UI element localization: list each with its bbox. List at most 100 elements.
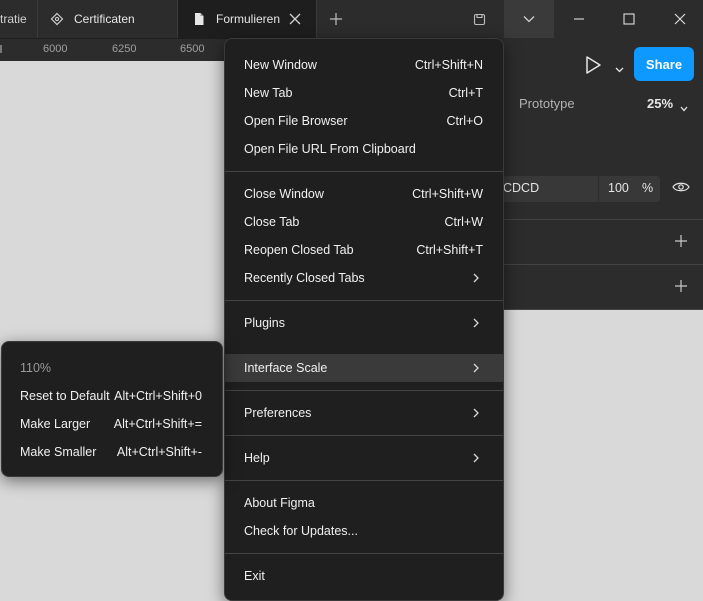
chevron-right-icon (471, 452, 481, 464)
menu-separator (225, 390, 503, 391)
menu-item-shortcut: Ctrl+Shift+W (412, 187, 483, 201)
share-button[interactable]: Share (634, 47, 694, 81)
interface-scale-submenu: 110% Reset to Default Alt+Ctrl+Shift+0 M… (1, 341, 223, 477)
menu-item-label: Close Tab (244, 215, 300, 229)
menu-item-reopen-closed-tab[interactable]: Reopen Closed Tab Ctrl+Shift+T (225, 236, 503, 264)
menu-item-shortcut: Alt+Ctrl+Shift+= (113, 417, 202, 431)
tab-certificaten[interactable]: Certificaten (38, 0, 178, 38)
chevron-right-icon (471, 407, 481, 419)
menu-item-close-tab[interactable]: Close Tab Ctrl+W (225, 208, 503, 236)
submenu-item-make-smaller[interactable]: Make Smaller Alt+Ctrl+Shift+- (2, 438, 222, 466)
menu-item-shortcut: Alt+Ctrl+Shift+0 (114, 389, 202, 403)
menu-item-new-tab[interactable]: New Tab Ctrl+T (225, 79, 503, 107)
menu-item-new-window[interactable]: New Window Ctrl+Shift+N (225, 51, 503, 79)
panel-divider (500, 264, 703, 265)
add-stroke-plus-icon[interactable] (674, 234, 688, 248)
maximize-button[interactable] (607, 0, 651, 38)
chevron-down-icon (523, 16, 535, 23)
menu-item-label: Reset to Default (20, 389, 110, 403)
menu-item-open-file-url[interactable]: Open File URL From Clipboard (225, 135, 503, 163)
eye-icon[interactable] (672, 181, 690, 196)
fill-divider (598, 176, 599, 202)
menu-item-label: Check for Updates... (244, 524, 358, 538)
menu-item-preferences[interactable]: Preferences (225, 399, 503, 427)
menu-item-plugins[interactable]: Plugins (225, 309, 503, 337)
menu-item-check-for-updates[interactable]: Check for Updates... (225, 517, 503, 545)
menu-item-label: Make Smaller (20, 445, 97, 459)
chevron-right-icon (471, 317, 481, 329)
menu-item-exit[interactable]: Exit (225, 562, 503, 590)
tab-prototype[interactable]: Prototype (519, 96, 575, 111)
main-menu: New Window Ctrl+Shift+N New Tab Ctrl+T O… (224, 38, 504, 601)
menu-item-label: Plugins (244, 316, 285, 330)
add-effect-plus-icon[interactable] (674, 279, 688, 293)
new-tab-button[interactable] (317, 0, 355, 38)
menu-item-label: Preferences (244, 406, 312, 420)
properties-panel: Share Prototype 25% CDCD 100 % (500, 38, 703, 310)
menu-item-label: New Tab (244, 86, 293, 100)
close-window-button[interactable] (657, 0, 703, 38)
menu-item-label: Exit (244, 569, 265, 583)
maximize-icon (623, 13, 635, 25)
ruler-label: 6500 (180, 43, 205, 55)
menu-item-interface-scale[interactable]: Interface Scale (225, 354, 503, 382)
present-play-icon[interactable] (584, 55, 602, 78)
menu-item-label: Make Larger (20, 417, 91, 431)
menu-item-open-file-browser[interactable]: Open File Browser Ctrl+O (225, 107, 503, 135)
minimize-button[interactable] (558, 0, 600, 38)
current-scale: 110% (2, 354, 222, 382)
save-icon (473, 13, 485, 25)
menu-item-label: About Figma (244, 496, 315, 510)
save-icon-button[interactable] (464, 0, 494, 38)
close-icon (674, 13, 686, 25)
menu-item-shortcut: Alt+Ctrl+Shift+- (116, 445, 202, 459)
file-icon (192, 12, 206, 26)
zoom-chevron-icon[interactable] (680, 100, 688, 115)
menu-item-label: Interface Scale (244, 361, 328, 375)
tab-label: tratie (0, 12, 27, 26)
menu-item-help[interactable]: Help (225, 444, 503, 472)
menu-separator (225, 553, 503, 554)
menu-item-recently-closed-tabs[interactable]: Recently Closed Tabs (225, 264, 503, 292)
zoom-level[interactable]: 25% (647, 96, 673, 111)
menu-item-shortcut: Ctrl+O (446, 114, 483, 128)
minimize-icon (574, 18, 584, 20)
current-scale-label: 110% (20, 361, 52, 375)
title-bar: tratie Certificaten Formulieren (0, 0, 703, 38)
panel-divider (500, 309, 703, 310)
menu-item-label: Help (244, 451, 270, 465)
menu-item-shortcut: Ctrl+Shift+T (416, 243, 483, 257)
menu-item-shortcut: Ctrl+Shift+N (414, 58, 483, 72)
menu-separator (225, 171, 503, 172)
close-tab-icon[interactable] (288, 12, 302, 26)
menu-item-shortcut: Ctrl+W (444, 215, 483, 229)
tab-label: Formulieren (216, 12, 281, 26)
menu-item-label: Open File URL From Clipboard (244, 142, 416, 156)
ruler-tick (0, 45, 2, 53)
menu-item-label: Recently Closed Tabs (244, 271, 365, 285)
submenu-item-reset-to-default[interactable]: Reset to Default Alt+Ctrl+Shift+0 (2, 382, 222, 410)
fill-row[interactable]: CDCD 100 % (500, 176, 660, 202)
plus-icon (330, 13, 342, 25)
ruler-label: 6000 (43, 43, 68, 55)
menu-separator (225, 300, 503, 301)
menu-item-close-window[interactable]: Close Window Ctrl+Shift+W (225, 180, 503, 208)
menu-separator (225, 480, 503, 481)
menu-item-label: New Window (244, 58, 317, 72)
menu-item-shortcut: Ctrl+T (448, 86, 483, 100)
fill-hex-value[interactable]: CDCD (503, 181, 539, 195)
tabs-dropdown-button[interactable] (504, 0, 554, 38)
tab-tratie[interactable]: tratie (0, 0, 38, 38)
ruler-label: 6250 (112, 43, 137, 55)
tab-label: Certificaten (74, 12, 135, 26)
play-options-chevron-icon[interactable] (615, 61, 624, 76)
fill-opacity-value[interactable]: 100 (608, 181, 629, 195)
chevron-right-icon (471, 272, 481, 284)
menu-item-label: Open File Browser (244, 114, 348, 128)
submenu-item-make-larger[interactable]: Make Larger Alt+Ctrl+Shift+= (2, 410, 222, 438)
menu-item-about-figma[interactable]: About Figma (225, 489, 503, 517)
panel-divider (500, 219, 703, 220)
tab-formulieren[interactable]: Formulieren (178, 0, 317, 38)
menu-separator (225, 435, 503, 436)
menu-item-label: Reopen Closed Tab (244, 243, 354, 257)
